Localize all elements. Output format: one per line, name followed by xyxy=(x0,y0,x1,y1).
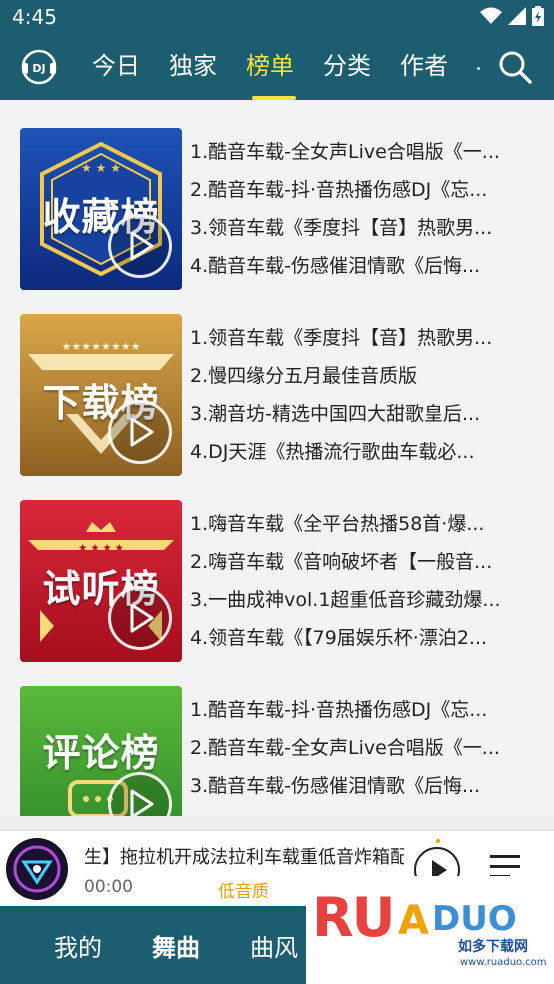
nav-item-genre[interactable]: 曲风 xyxy=(250,928,298,963)
watermark-brand-left: RU xyxy=(312,886,395,949)
tab-category[interactable]: 分类 xyxy=(323,34,400,100)
ranking-cover[interactable]: 评论榜 xyxy=(20,686,182,816)
list-item[interactable]: 3.酷音车载-伤感催泪情歌《后悔... xyxy=(190,766,540,804)
ranking-item-comments[interactable]: 评论榜 1.酷音车载-抖·音热播伤感DJ《忘... 2.酷音车载-全女声Live… xyxy=(0,686,554,816)
ranking-list: ★ ★ ★ 收藏榜 1.酷音车载-全女声Live合唱版《一... 2.酷音车载-… xyxy=(0,100,554,816)
list-item[interactable]: 4.DJ天涯《热播流行歌曲车载必... xyxy=(190,432,540,470)
nav-item-mine[interactable]: 我的 xyxy=(54,928,102,963)
play-icon xyxy=(130,603,154,633)
cover-title: 评论榜 xyxy=(42,731,160,775)
play-icon xyxy=(130,417,154,447)
play-icon xyxy=(130,789,154,816)
tab-today[interactable]: 今日 xyxy=(92,34,169,100)
signal-icon xyxy=(508,7,526,25)
list-item[interactable]: 2.嗨音车载《音响破坏者【一般音... xyxy=(190,542,540,580)
ranking-cover[interactable]: ★ ★ ★ ★ 试听榜 xyxy=(20,500,182,662)
tab-exclusive[interactable]: 独家 xyxy=(169,34,246,100)
tab-charts[interactable]: 榜单 xyxy=(246,34,323,100)
list-item[interactable]: 1.酷音车载-抖·音热播伤感DJ《忘... xyxy=(190,690,540,728)
list-item[interactable]: 3.领音车载《季度抖【音】热歌男... xyxy=(190,208,540,246)
svg-text:DUO: DUO xyxy=(432,899,517,939)
list-item[interactable]: 1.酷音车载-全女声Live合唱版《一... xyxy=(190,132,540,170)
ranking-item-trial-listening[interactable]: ★ ★ ★ ★ 试听榜 1.嗨音车载《全平台热播58首·爆... 2.嗨音车载《… xyxy=(0,500,554,662)
svg-text:DJ: DJ xyxy=(32,62,45,75)
song-list: 1.酷音车载-全女声Live合唱版《一... 2.酷音车载-抖·音热播伤感DJ《… xyxy=(190,132,540,284)
now-playing-title: 生】拖拉机开成法拉利车载重低音炸箱配 xyxy=(84,847,404,868)
song-list: 1.嗨音车载《全平台热播58首·爆... 2.嗨音车载《音响破坏者【一般音...… xyxy=(190,504,540,656)
ranking-cover[interactable]: ★ ★ ★ 收藏榜 xyxy=(20,128,182,290)
list-item[interactable]: 2.酷音车载-抖·音热播伤感DJ《忘... xyxy=(190,170,540,208)
ranking-cover[interactable]: ★★★★★★★★ 下载榜 xyxy=(20,314,182,476)
play-icon xyxy=(130,231,154,261)
list-item[interactable]: 3.潮音坊-精选中国四大甜歌皇后... xyxy=(190,394,540,432)
list-item[interactable]: 2.慢四缘分五月最佳音质版 xyxy=(190,356,540,394)
song-list: 1.酷音车载-抖·音热播伤感DJ《忘... 2.酷音车载-全女声Live合唱版《… xyxy=(190,690,540,804)
dj-logo-icon[interactable]: DJ xyxy=(20,48,58,90)
status-time: 4:45 xyxy=(12,5,57,29)
quality-label[interactable]: 低音质 xyxy=(218,877,269,902)
song-list: 1.领音车载《季度抖【音】热歌男... 2.慢四缘分五月最佳音质版 3.潮音坊-… xyxy=(190,318,540,470)
watermark-cn-name: 如多下载网 xyxy=(458,939,528,955)
battery-icon xyxy=(532,6,544,26)
scroll-dot xyxy=(477,67,480,70)
watermark-logo: RU A DUO 如多下载网 www.ruaduo.com xyxy=(306,876,554,984)
category-tabs: 今日 独家 榜单 分类 作者 xyxy=(92,34,477,100)
ranking-item-favorites[interactable]: ★ ★ ★ 收藏榜 1.酷音车载-全女声Live合唱版《一... 2.酷音车载-… xyxy=(0,128,554,290)
list-item[interactable]: 4.酷音车载-伤感催泪情歌《后悔... xyxy=(190,246,540,284)
watermark-url: www.ruaduo.com xyxy=(460,957,547,968)
wifi-icon xyxy=(480,7,502,24)
svg-text:A: A xyxy=(398,898,429,942)
ranking-item-downloads[interactable]: ★★★★★★★★ 下载榜 1.领音车载《季度抖【音】热歌男... 2.慢四缘分五… xyxy=(0,314,554,476)
album-art[interactable] xyxy=(6,838,68,900)
search-icon[interactable] xyxy=(498,50,532,88)
play-button[interactable] xyxy=(108,214,172,278)
svg-text:★ ★ ★: ★ ★ ★ xyxy=(81,161,121,175)
playback-time: 00:00 xyxy=(84,877,133,897)
status-icons xyxy=(480,6,544,26)
list-item[interactable]: 2.酷音车载-全女声Live合唱版《一... xyxy=(190,728,540,766)
svg-text:★★★★★★★★: ★★★★★★★★ xyxy=(62,340,141,353)
list-item[interactable]: 1.领音车载《季度抖【音】热歌男... xyxy=(190,318,540,356)
play-button[interactable] xyxy=(108,400,172,464)
indicator-dot xyxy=(436,839,440,843)
top-nav: DJ 今日 独家 榜单 分类 作者 xyxy=(0,34,554,100)
list-item[interactable]: 1.嗨音车载《全平台热播58首·爆... xyxy=(190,504,540,542)
play-button[interactable] xyxy=(108,586,172,650)
list-item[interactable]: 4.领音车载《【79届娱乐杯·漂泊2... xyxy=(190,618,540,656)
status-bar: 4:45 xyxy=(0,0,554,34)
list-item[interactable]: 3.一曲成神vol.1超重低音珍藏劲爆... xyxy=(190,580,540,618)
tab-author[interactable]: 作者 xyxy=(400,34,477,100)
watermark-brand-right: A DUO xyxy=(398,898,517,942)
svg-text:★ ★ ★ ★: ★ ★ ★ ★ xyxy=(78,543,123,554)
nav-item-dance[interactable]: 舞曲 xyxy=(152,928,200,963)
